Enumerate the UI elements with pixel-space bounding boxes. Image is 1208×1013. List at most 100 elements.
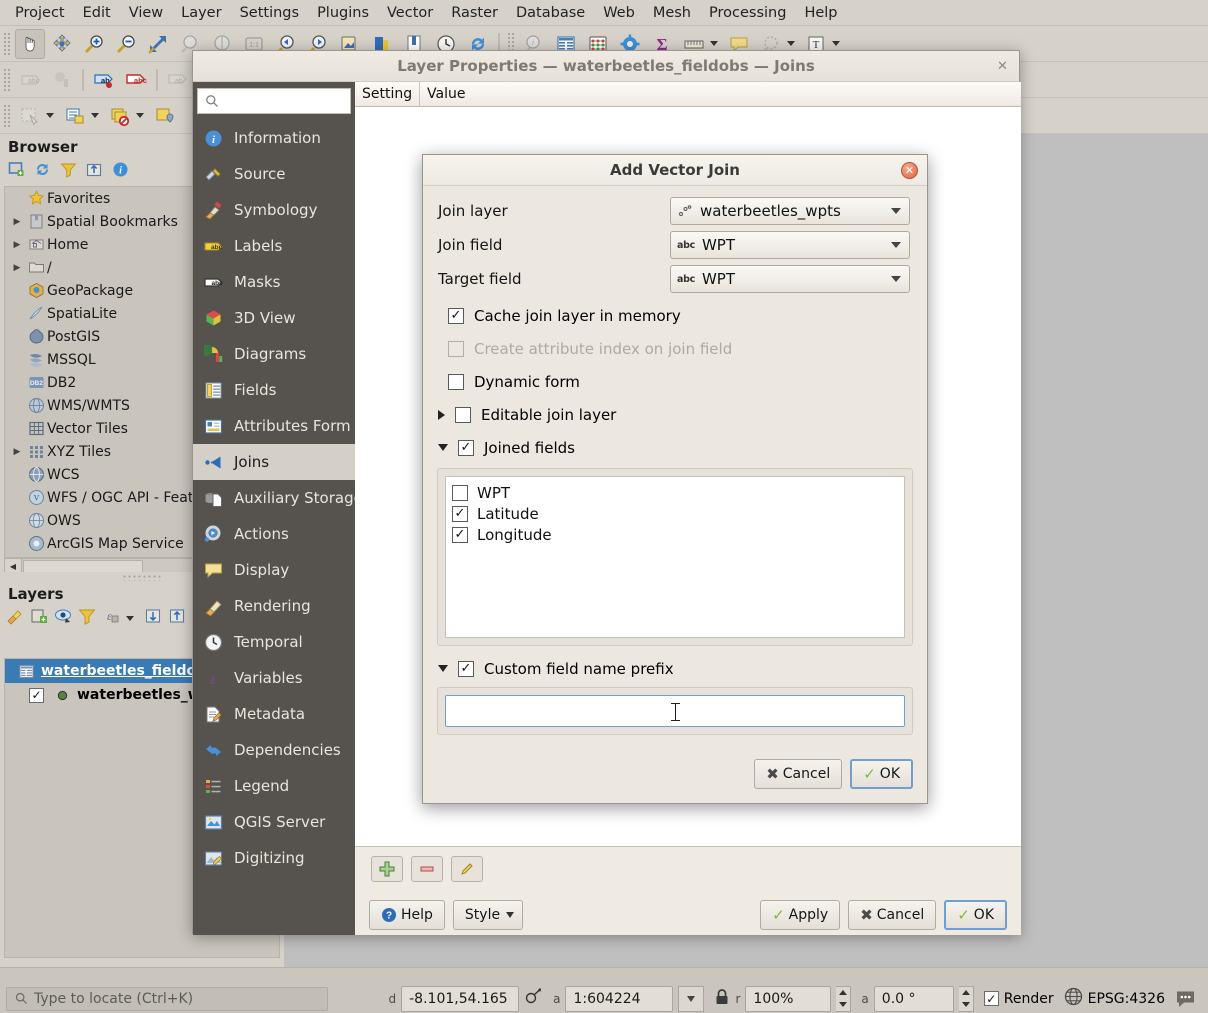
expression-filter-dropdown-arrow-icon[interactable]: [126, 615, 134, 621]
custom-field-name-prefix-checkbox[interactable]: ✓: [458, 660, 474, 677]
joined-field-checkbox[interactable]: [452, 484, 468, 501]
toolbar-grip[interactable]: [3, 103, 11, 128]
sidebar-item-masks[interactable]: abc Masks: [193, 264, 355, 300]
menu-item-project[interactable]: Project: [6, 2, 74, 24]
editable-join-layer-checkbox[interactable]: [455, 406, 471, 423]
locator-search-input[interactable]: Type to locate (Ctrl+K): [6, 986, 328, 1011]
refresh-icon[interactable]: [34, 161, 51, 182]
sidebar-item-auxiliary-storage[interactable]: Auxiliary Storage: [193, 480, 363, 516]
joined-field-row[interactable]: WPT: [452, 482, 898, 503]
open-layer-styling-panel-icon[interactable]: [6, 607, 24, 629]
select-by-location-button[interactable]: [150, 101, 180, 131]
crs-group[interactable]: EPSG:4326: [1064, 987, 1165, 1010]
filter-icon[interactable]: [60, 161, 77, 182]
sidebar-item-digitizing[interactable]: Digitizing: [193, 840, 355, 876]
collapse-all-icon[interactable]: [169, 607, 187, 629]
magnifier-stepper[interactable]: [836, 985, 852, 1012]
menu-item-database[interactable]: Database: [507, 2, 594, 24]
render-checkbox[interactable]: ✓: [983, 991, 999, 1006]
column-header-value[interactable]: Value: [420, 82, 1021, 107]
ok-button[interactable]: ✓ OK: [944, 899, 1007, 930]
sidebar-item-diagrams[interactable]: Diagrams: [193, 336, 355, 372]
ok-button[interactable]: ✓ OK: [850, 759, 913, 789]
magnifier-field[interactable]: 100%: [745, 985, 832, 1012]
joined-field-row[interactable]: ✓ Latitude: [452, 503, 898, 524]
join-field-combo[interactable]: abc WPT: [670, 231, 910, 259]
menu-item-plugins[interactable]: Plugins: [308, 2, 378, 24]
close-icon[interactable]: ✕: [901, 162, 918, 179]
cancel-button[interactable]: ✖ Cancel: [754, 759, 843, 789]
sidebar-item-qgis-server[interactable]: QGIS Server: [193, 804, 355, 840]
highlight-unplaced-labels-button[interactable]: abc: [121, 65, 151, 95]
layer-visibility-checkbox[interactable]: ✓: [29, 687, 44, 703]
annotation-dropdown-arrow-icon[interactable]: [832, 41, 840, 46]
sidebar-item-labels[interactable]: abc Labels: [193, 228, 355, 264]
deselect-features-button[interactable]: [105, 101, 135, 131]
coordinate-field[interactable]: -8.101,54.165: [401, 985, 520, 1012]
sidebar-item-fields[interactable]: Fields: [193, 372, 355, 408]
sidebar-item-source[interactable]: Source: [193, 156, 355, 192]
rotation-field[interactable]: 0.0 °: [873, 985, 954, 1012]
cache-join-layer-checkbox[interactable]: ✓: [448, 307, 464, 324]
select-by-expression-button[interactable]: [60, 101, 90, 131]
messages-button[interactable]: [1175, 988, 1196, 1009]
target-field-combo[interactable]: abc WPT: [670, 265, 910, 293]
menu-item-raster[interactable]: Raster: [442, 2, 507, 24]
custom-prefix-input[interactable]: [445, 695, 905, 727]
style-button[interactable]: Style: [452, 899, 524, 930]
menu-item-layer[interactable]: Layer: [172, 2, 230, 24]
zoom-full-button[interactable]: [143, 29, 173, 59]
expander-down-icon[interactable]: [438, 665, 448, 672]
add-selected-layers-icon[interactable]: [8, 161, 25, 182]
joined-field-checkbox[interactable]: ✓: [452, 526, 468, 543]
sidebar-item-information[interactable]: i Information: [193, 120, 355, 156]
select-expression-dropdown-arrow-icon[interactable]: [91, 113, 99, 118]
edit-join-button[interactable]: [451, 856, 483, 882]
cancel-button[interactable]: ✖ Cancel: [848, 899, 937, 930]
menu-item-edit[interactable]: Edit: [74, 2, 120, 24]
expander-right-icon[interactable]: [438, 409, 445, 420]
sidebar-item-rendering[interactable]: Rendering: [193, 588, 355, 624]
pin-labels-button[interactable]: ab: [163, 65, 193, 95]
sidebar-item-legend[interactable]: Legend: [193, 768, 355, 804]
sidebar-item-metadata[interactable]: Metadata: [193, 696, 355, 732]
sidebar-item-attributes-form[interactable]: Attributes Form: [193, 408, 355, 444]
menu-item-settings[interactable]: Settings: [231, 2, 308, 24]
panel-drag-handle[interactable]: [122, 574, 162, 581]
pan-map-button[interactable]: [15, 28, 45, 59]
sidebar-item-joins[interactable]: Joins: [193, 444, 355, 480]
rotation-stepper[interactable]: [958, 985, 974, 1012]
sidebar-item-display[interactable]: Display: [193, 552, 355, 588]
sidebar-item-dependencies[interactable]: Dependencies: [193, 732, 355, 768]
scale-dropdown-button[interactable]: [678, 985, 705, 1012]
select-dropdown-arrow-icon[interactable]: [46, 113, 54, 118]
layer-properties-titlebar[interactable]: Layer Properties — waterbeetles_fieldobs…: [193, 51, 1019, 82]
measure-dropdown-arrow-icon[interactable]: [710, 41, 718, 46]
joined-fields-checkbox[interactable]: ✓: [458, 439, 474, 456]
help-button[interactable]: ? Help: [369, 899, 445, 930]
sidebar-item-3d-view[interactable]: 3D View: [193, 300, 355, 336]
collapse-all-icon[interactable]: [86, 161, 103, 182]
toolbar-grip[interactable]: [3, 67, 11, 92]
toolbar-grip[interactable]: [3, 31, 11, 56]
remove-join-button[interactable]: [411, 856, 443, 882]
dynamic-form-checkbox[interactable]: [448, 373, 464, 390]
diagram-toolbar-disabled-button[interactable]: [47, 65, 77, 95]
expression-filter-icon[interactable]: ε: [102, 607, 120, 629]
zoom-out-button[interactable]: [111, 29, 141, 59]
joined-field-row[interactable]: ✓ Longitude: [452, 524, 898, 545]
sidebar-item-actions[interactable]: Actions: [193, 516, 355, 552]
joined-fields-list[interactable]: WPT ✓ Latitude ✓ Longitude: [445, 476, 905, 638]
join-layer-combo[interactable]: waterbeetles_wpts: [670, 197, 910, 225]
select-features-button[interactable]: [15, 101, 45, 131]
sidebar-item-temporal[interactable]: Temporal: [193, 624, 355, 660]
sidebar-item-variables[interactable]: ε Variables: [193, 660, 355, 696]
menu-item-web[interactable]: Web: [594, 2, 644, 24]
close-icon[interactable]: ✕: [995, 59, 1010, 74]
label-toolbar-disabled-button[interactable]: abc: [15, 65, 45, 95]
lock-icon[interactable]: [714, 988, 730, 1010]
add-vector-join-titlebar[interactable]: Add Vector Join ✕: [423, 155, 927, 186]
expander-right-icon[interactable]: ▶: [9, 263, 25, 273]
deselect-dropdown-arrow-icon[interactable]: [136, 113, 144, 118]
expander-right-icon[interactable]: ▶: [9, 240, 25, 250]
